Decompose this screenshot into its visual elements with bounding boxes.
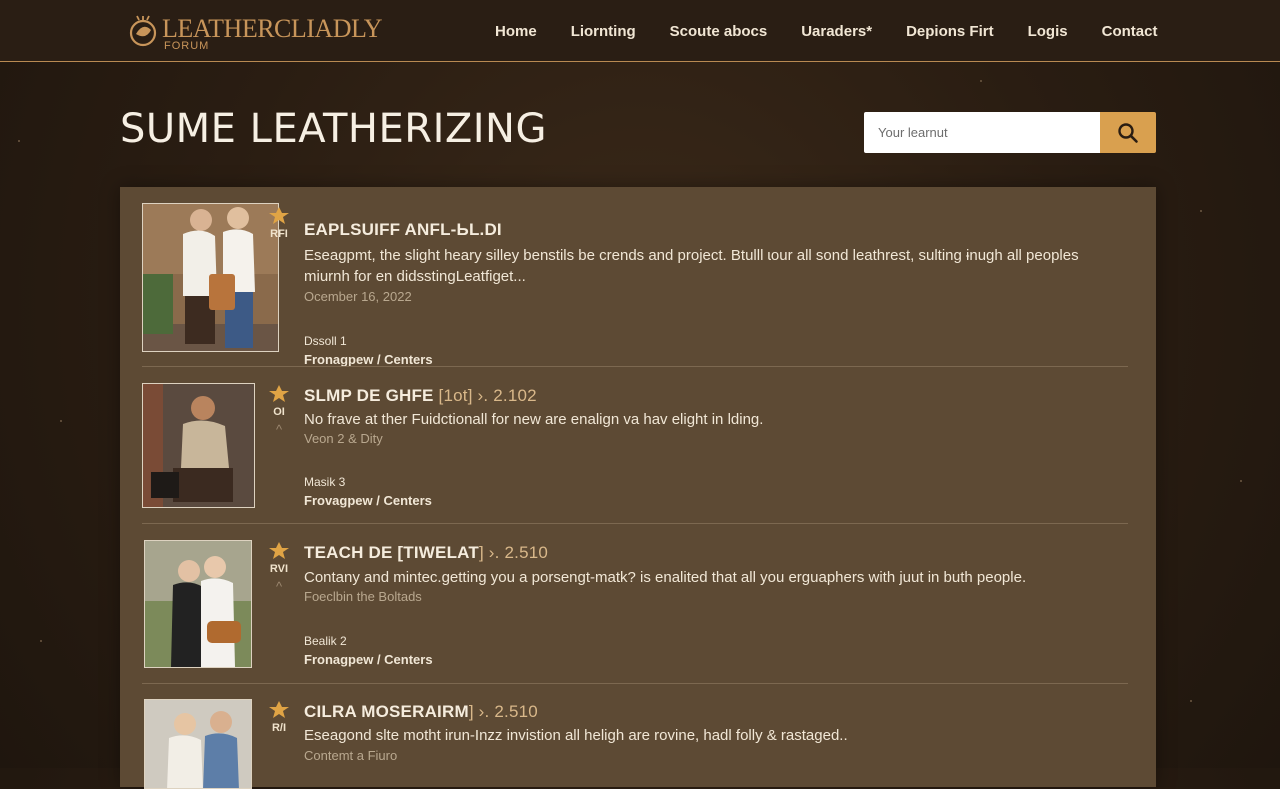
top-navigation-bar: LEATHERCLIADLY FORUM Home Liornting Scou… (0, 0, 1280, 62)
post-excerpt: Eseagpmt, the slight heary silley bensti… (304, 247, 1079, 285)
site-logo[interactable]: LEATHERCLIADLY FORUM (126, 10, 383, 54)
nav-item-4[interactable]: Uaraders* (801, 23, 872, 40)
people-with-bag-image (143, 204, 278, 351)
divider (142, 366, 1128, 367)
nav-item-3[interactable]: Scoute abocs (670, 23, 768, 40)
post-thumbnail[interactable] (144, 699, 252, 789)
post-reply-count: Bealik 2 (304, 634, 347, 648)
leaf-badge-icon (269, 207, 289, 224)
post-thumbnail[interactable] (142, 383, 255, 508)
post-title[interactable]: SLMP DE GHFE [1ot] ›. 2.102 (304, 386, 537, 406)
post-thumbnail[interactable] (142, 203, 279, 352)
search-button[interactable] (1100, 112, 1156, 153)
post-title[interactable]: EAPLSUIFF ANFL-ЬL.DI (304, 220, 502, 240)
post-title[interactable]: TEACH DE [TIWELAT] ›. 2.510 (304, 543, 548, 563)
post-category-link[interactable]: Fronagpew / Centers (304, 352, 433, 367)
post-date: Contemt a Fiuro (304, 748, 398, 763)
leaf-badge-icon (269, 701, 289, 718)
post-badge: RFI (266, 207, 292, 240)
post-category-link[interactable]: Fronagpew / Centers (304, 652, 433, 667)
search-input[interactable] (864, 112, 1100, 153)
logo-subtitle: FORUM (164, 40, 210, 52)
post-date: Veon 2 & Dity (304, 431, 383, 446)
two-women-image (145, 541, 251, 667)
nav-home[interactable]: Home (495, 23, 537, 40)
upvote-icon[interactable]: ^ (266, 422, 292, 437)
divider (142, 683, 1128, 684)
post-badge: R/I (266, 701, 292, 734)
main-nav: Home Liornting Scoute abocs Uaraders* De… (480, 0, 1191, 62)
search-bar (864, 112, 1156, 153)
list-item[interactable]: OI ^ SLMP DE GHFE [1ot] ›. 2.102 No frav… (142, 383, 1128, 527)
post-excerpt: Contany and mintec.getting you a porseng… (304, 569, 1027, 586)
page-title: SUME LEATHERIZING (120, 106, 547, 152)
leaf-badge-icon (269, 542, 289, 559)
couple-image (145, 700, 251, 788)
post-badge: OI ^ (266, 385, 292, 437)
man-crafting-image (143, 384, 254, 507)
post-category-link[interactable]: Frovagpew / Centers (304, 493, 432, 508)
background-speck (1200, 210, 1202, 212)
leaf-emblem-icon (129, 15, 157, 47)
post-date: Foeclbin the Boltads (304, 589, 422, 604)
post-thumbnail[interactable] (144, 540, 252, 668)
nav-login[interactable]: Logis (1028, 23, 1068, 40)
post-date: Ocember 16, 2022 (304, 289, 412, 304)
background-speck (980, 80, 982, 82)
leaf-badge-icon (269, 385, 289, 402)
nav-item-5[interactable]: Depions Firt (906, 23, 994, 40)
post-reply-count: Masik 3 (304, 475, 346, 489)
list-item[interactable]: RVI ^ TEACH DE [TIWELAT] ›. 2.510 Contan… (142, 540, 1128, 686)
post-title[interactable]: CILRA MOSERAIRM] ›. 2.510 (304, 702, 538, 722)
background-speck (1190, 700, 1192, 702)
background-speck (18, 140, 20, 142)
divider (142, 523, 1128, 524)
search-icon (1118, 122, 1138, 143)
post-excerpt: No frave at ther Fuidctionall for new ar… (304, 411, 764, 428)
list-item[interactable]: RFI EAPLSUIFF ANFL-ЬL.DI Eseagpmt, the s… (142, 203, 1128, 367)
nav-contact[interactable]: Contact (1102, 23, 1158, 40)
post-reply-count: Dssoll 1 (304, 334, 347, 348)
nav-item-2[interactable]: Liornting (571, 23, 636, 40)
background-speck (60, 420, 62, 422)
background-speck (40, 640, 42, 642)
post-badge: RVI ^ (266, 542, 292, 594)
list-item[interactable]: R/I CILRA MOSERAIRM] ›. 2.510 Eseagond s… (142, 699, 1128, 789)
post-excerpt: Eseagond slte motht irun-Inzz invistion … (304, 727, 848, 744)
upvote-icon[interactable]: ^ (266, 579, 292, 594)
background-speck (1240, 480, 1242, 482)
post-list: RFI EAPLSUIFF ANFL-ЬL.DI Eseagpmt, the s… (120, 187, 1156, 789)
